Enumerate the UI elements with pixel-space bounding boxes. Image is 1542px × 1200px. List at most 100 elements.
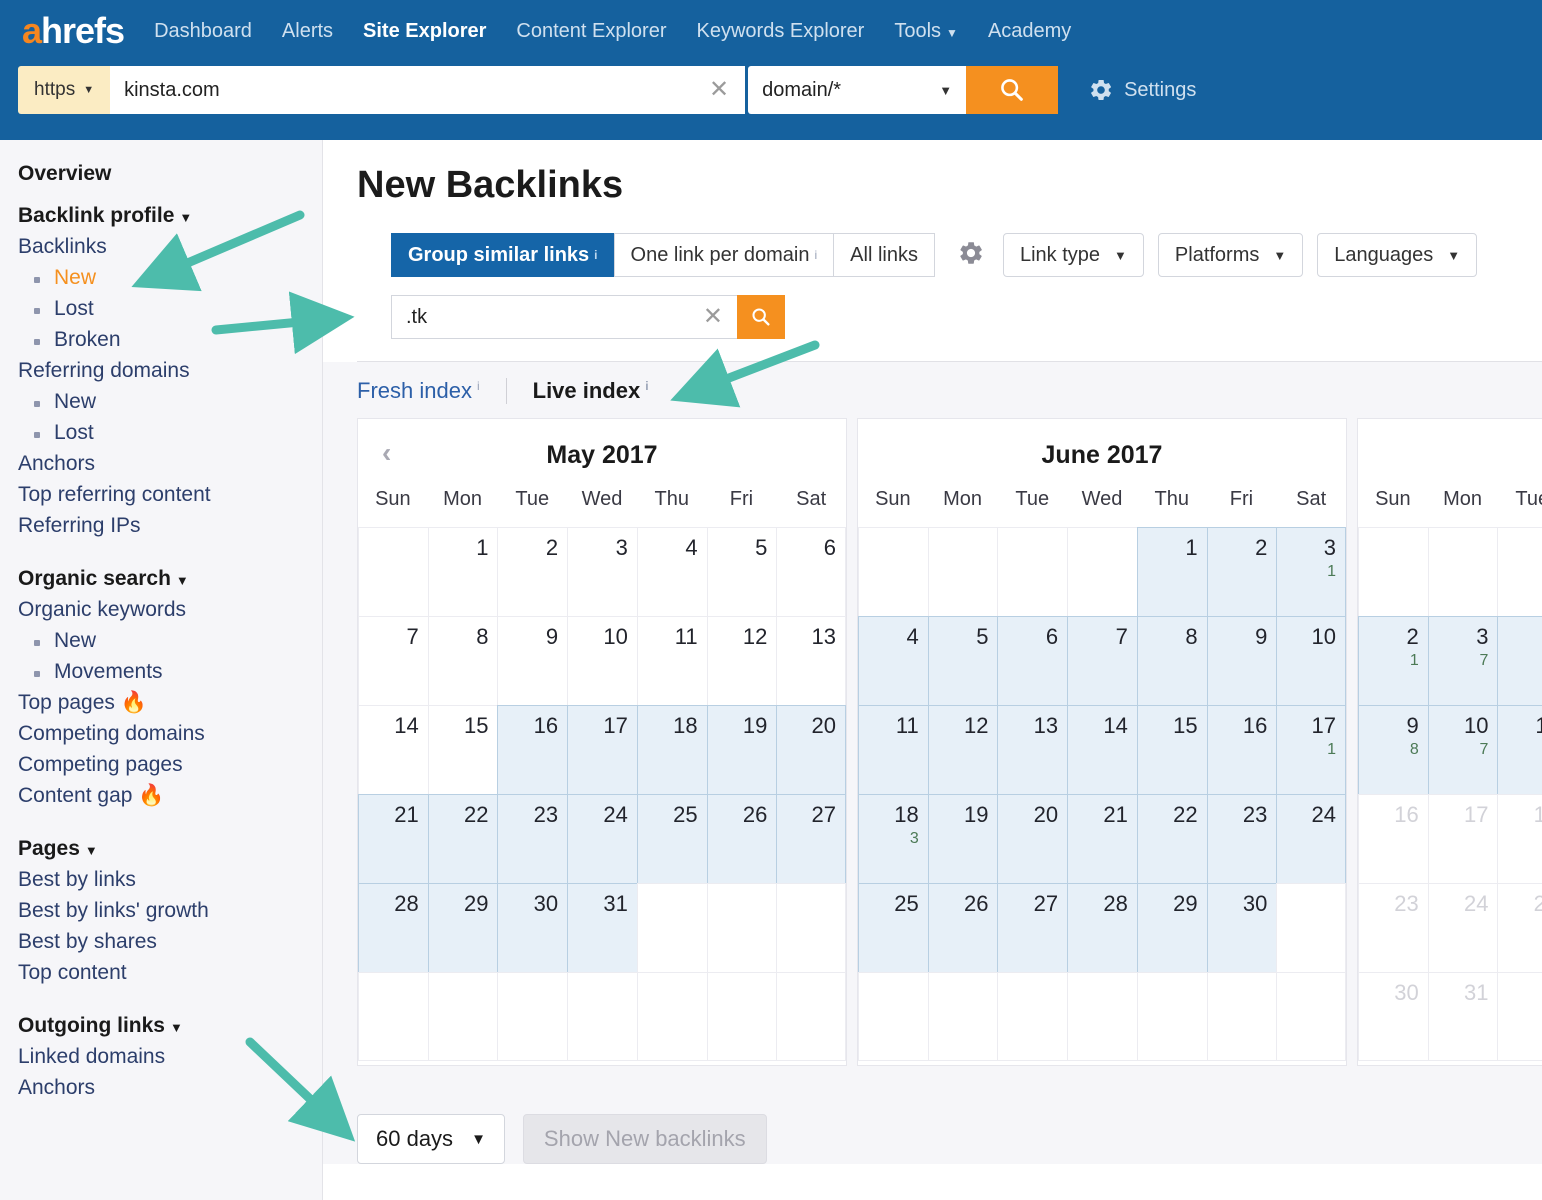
prev-month-icon[interactable]: ‹ — [382, 439, 391, 467]
calendar-day-cell[interactable]: 15 — [428, 705, 498, 794]
sidebar-item-backlinks[interactable]: Backlinks — [18, 235, 322, 259]
calendar-day-cell[interactable]: 13 — [997, 705, 1067, 794]
calendar-day-cell[interactable]: 37 — [1428, 616, 1498, 705]
calendar-day-cell[interactable]: 22 — [428, 794, 498, 883]
sidebar-item-new[interactable]: New — [54, 629, 322, 653]
calendar-day-cell[interactable]: 12 — [707, 616, 777, 705]
sidebar-item-competing-domains[interactable]: Competing domains — [18, 722, 322, 746]
sidebar-item-lost[interactable]: Lost — [54, 421, 322, 445]
info-icon[interactable]: i — [815, 248, 818, 262]
calendar-day-cell[interactable]: 28 — [358, 883, 428, 972]
calendar-day-cell[interactable]: 14 — [358, 705, 428, 794]
segment-all-links[interactable]: All links — [833, 233, 935, 277]
calendar-day-cell[interactable]: 30 — [497, 883, 567, 972]
sidebar-item-movements[interactable]: Movements — [54, 660, 322, 684]
calendar-day-cell[interactable]: 2 — [1207, 527, 1277, 616]
calendar-day-cell[interactable]: 15 — [1137, 705, 1207, 794]
tab-fresh-index[interactable]: Fresh indexi — [357, 378, 506, 404]
calendar-day-cell[interactable]: 21 — [1067, 794, 1137, 883]
search-mode-selector[interactable]: domain/* ▼ — [748, 66, 966, 114]
nav-item-keywords-explorer[interactable]: Keywords Explorer — [697, 20, 865, 43]
calendar-day-cell[interactable]: 4 — [637, 527, 707, 616]
nav-item-dashboard[interactable]: Dashboard — [154, 20, 252, 43]
calendar-day-cell[interactable]: 31 — [1276, 527, 1346, 616]
tab-live-index[interactable]: Live indexi — [506, 378, 675, 404]
calendar-day-cell[interactable]: 9 — [497, 616, 567, 705]
url-input[interactable]: kinsta.com ✕ — [110, 66, 745, 114]
calendar-day-cell[interactable]: 30 — [1207, 883, 1277, 972]
calendar-day-cell[interactable]: 9 — [1207, 616, 1277, 705]
info-icon[interactable]: i — [594, 248, 597, 262]
sidebar-item-lost[interactable]: Lost — [54, 297, 322, 321]
sidebar-item-referring-ips[interactable]: Referring IPs — [18, 514, 322, 538]
calendar-day-cell[interactable]: 31 — [567, 883, 637, 972]
calendar-day-cell[interactable]: 21 — [358, 794, 428, 883]
calendar-day-cell[interactable]: 19 — [707, 705, 777, 794]
calendar-day-cell[interactable]: 171 — [1276, 705, 1346, 794]
calendar-day-cell[interactable]: 25 — [637, 794, 707, 883]
calendar-day-cell[interactable]: 29 — [1137, 883, 1207, 972]
sidebar-item-competing-pages[interactable]: Competing pages — [18, 753, 322, 777]
calendar-day-cell[interactable]: 29 — [428, 883, 498, 972]
calendar-day-cell[interactable]: 10 — [1276, 616, 1346, 705]
sidebar-item-best-by-links[interactable]: Best by links — [18, 868, 322, 892]
calendar-day-cell[interactable]: 2 — [497, 527, 567, 616]
sidebar-item-linked-domains[interactable]: Linked domains — [18, 1045, 322, 1069]
calendar-day-cell[interactable]: 20 — [776, 705, 846, 794]
ahrefs-logo[interactable]: ahrefs — [22, 10, 124, 52]
date-range-selector[interactable]: 60 days ▼ — [357, 1114, 505, 1164]
sidebar-item-best-by-links-growth[interactable]: Best by links' growth — [18, 899, 322, 923]
info-icon[interactable]: i — [645, 379, 648, 393]
calendar-day-cell[interactable]: 24 — [1276, 794, 1346, 883]
segment-one-link-per-domain[interactable]: One link per domaini — [614, 233, 834, 277]
sidebar-group-backlink-profile[interactable]: Backlink profile▼ — [18, 204, 322, 228]
calendar-day-cell[interactable]: 12 — [928, 705, 998, 794]
calendar-day-cell[interactable]: 20 — [997, 794, 1067, 883]
calendar-day-cell[interactable]: 21 — [1358, 616, 1428, 705]
sidebar-group-pages[interactable]: Pages▼ — [18, 837, 322, 861]
filter-link-type[interactable]: Link type▼ — [1003, 233, 1144, 277]
sidebar-item-new[interactable]: New — [54, 266, 322, 290]
calendar-day-cell[interactable]: 22 — [1137, 794, 1207, 883]
calendar-day-cell[interactable]: 5 — [707, 527, 777, 616]
nav-item-site-explorer[interactable]: Site Explorer — [363, 20, 486, 43]
calendar-day-cell[interactable]: 14 — [1067, 705, 1137, 794]
calendar-day-cell[interactable]: 8 — [1137, 616, 1207, 705]
calendar-day-cell[interactable]: 23 — [1207, 794, 1277, 883]
calendar-day-cell[interactable]: 17 — [567, 705, 637, 794]
nav-item-alerts[interactable]: Alerts — [282, 20, 333, 43]
calendar-day-cell[interactable]: 16 — [497, 705, 567, 794]
calendar-day-cell[interactable]: 5 — [928, 616, 998, 705]
sidebar-item-organic-keywords[interactable]: Organic keywords — [18, 598, 322, 622]
calendar-day-cell[interactable]: 16 — [1207, 705, 1277, 794]
calendar-day-cell[interactable]: 28 — [1067, 883, 1137, 972]
calendar-day-cell[interactable]: 11 — [637, 616, 707, 705]
clear-icon[interactable]: ✕ — [703, 305, 723, 329]
calendar-day-cell[interactable]: 8 — [428, 616, 498, 705]
filter-input[interactable]: .tk ✕ — [391, 295, 737, 339]
filter-languages[interactable]: Languages▼ — [1317, 233, 1477, 277]
calendar-day-cell[interactable]: 19 — [928, 794, 998, 883]
calendar-day-cell[interactable]: 25 — [858, 883, 928, 972]
calendar-day-cell[interactable]: 11 — [858, 705, 928, 794]
calendar-day-cell[interactable]: 3 — [567, 527, 637, 616]
calendar-day-cell[interactable]: 1 — [1137, 527, 1207, 616]
calendar-day-cell[interactable]: 183 — [858, 794, 928, 883]
filter-search-button[interactable] — [737, 295, 785, 339]
nav-item-academy[interactable]: Academy — [988, 20, 1071, 43]
calendar-day-cell[interactable]: 111 — [1497, 705, 1542, 794]
nav-item-content-explorer[interactable]: Content Explorer — [516, 20, 666, 43]
show-new-backlinks-button[interactable]: Show New backlinks — [523, 1114, 767, 1164]
calendar-day-cell[interactable]: 10 — [567, 616, 637, 705]
calendar-day-cell[interactable]: 18 — [637, 705, 707, 794]
sidebar-item-best-by-shares[interactable]: Best by shares — [18, 930, 322, 954]
calendar-day-cell[interactable]: 107 — [1428, 705, 1498, 794]
calendar-day-cell[interactable]: 6 — [997, 616, 1067, 705]
calendar-day-cell[interactable]: 23 — [497, 794, 567, 883]
sidebar-item-anchors[interactable]: Anchors — [18, 452, 322, 476]
protocol-selector[interactable]: https ▼ — [18, 66, 110, 114]
calendar-day-cell[interactable]: 6 — [776, 527, 846, 616]
calendar-day-cell[interactable]: 27 — [997, 883, 1067, 972]
sidebar-item-top-pages[interactable]: Top pages 🔥 — [18, 691, 322, 715]
calendar-day-cell[interactable]: 41 — [1497, 616, 1542, 705]
